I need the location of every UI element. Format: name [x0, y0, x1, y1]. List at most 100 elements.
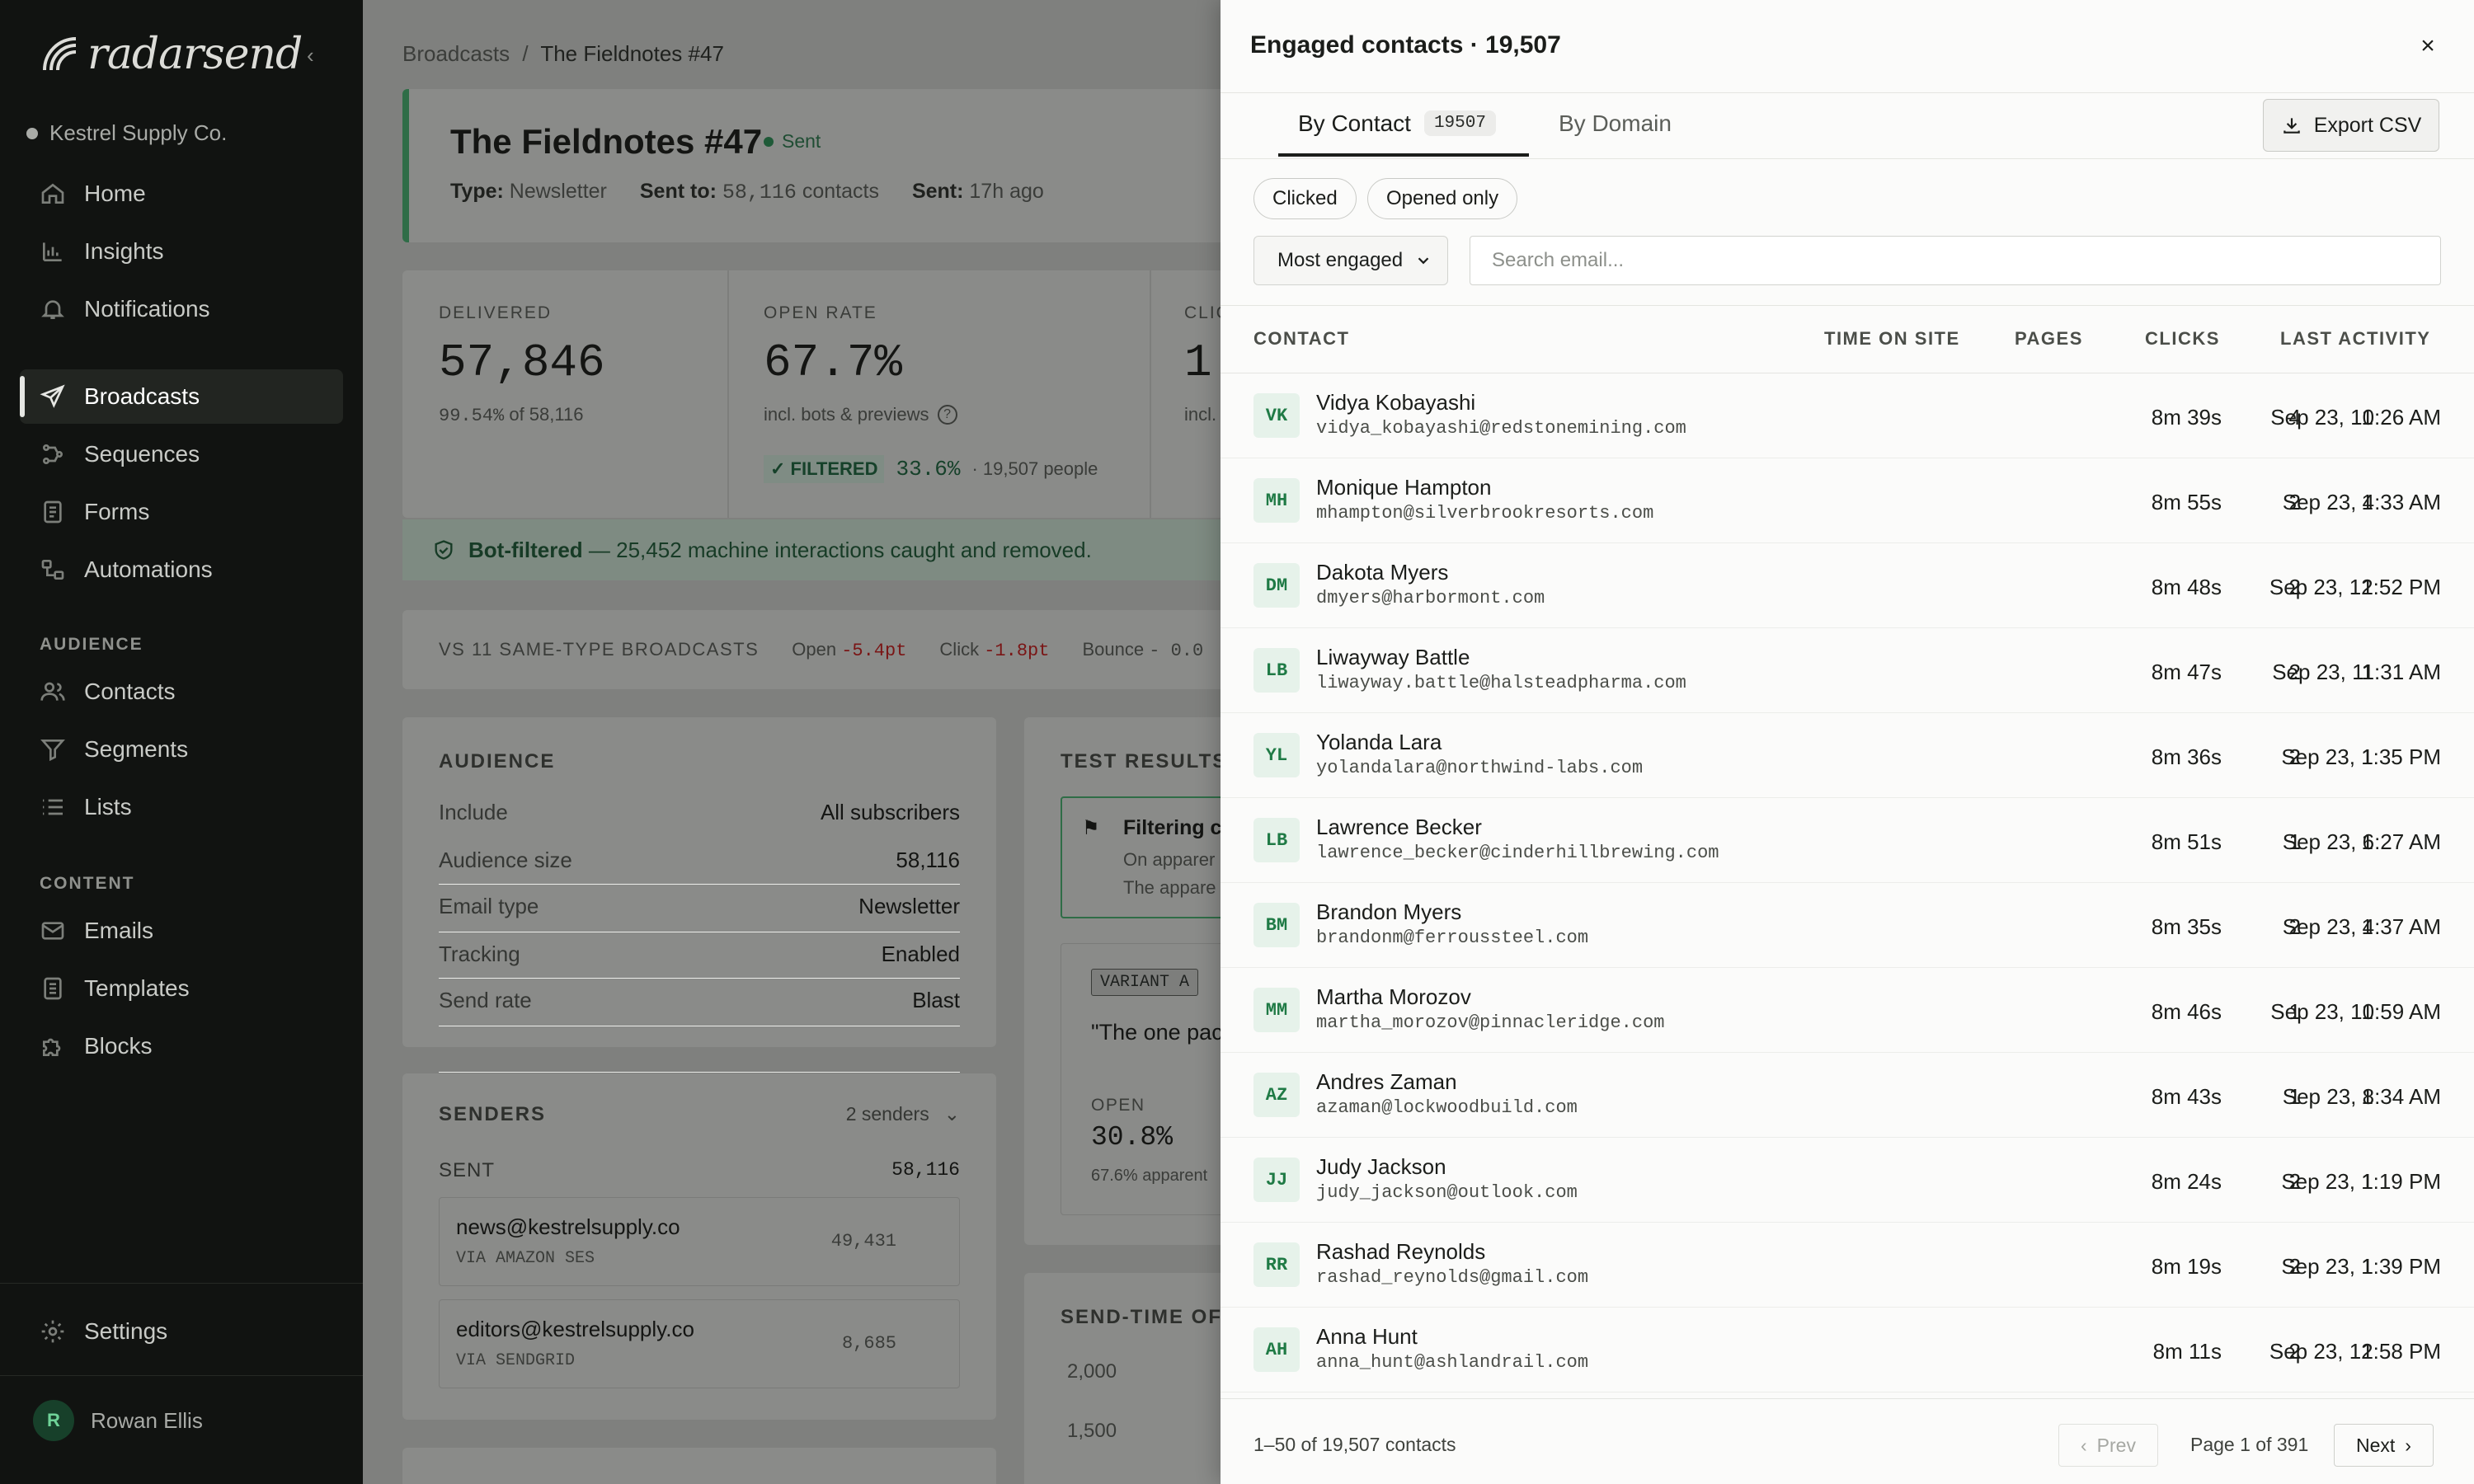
broadcast-meta: Type: Newsletter Sent to: 58,116 contact… [450, 180, 1044, 204]
close-icon[interactable]: × [2411, 30, 2444, 63]
next-card [402, 1448, 996, 1484]
last-activity: Sep 23, 12:52 PM [2269, 575, 2441, 599]
user-name: Rowan Ellis [91, 1407, 203, 1433]
sidebar-divider [0, 1283, 363, 1284]
col-last-activity[interactable]: LAST ACTIVITY [2280, 328, 2430, 350]
table-row[interactable]: LB Lawrence Becker lawrence_becker@cinderh… [1221, 798, 2474, 883]
col-pages[interactable]: PAGES [2015, 328, 2083, 350]
contact-email: martha_morozov@pinnacleridge.com [1316, 1012, 1665, 1033]
variant-badge: VARIANT A [1091, 969, 1199, 996]
sent-to-unit: contacts [802, 180, 879, 203]
senders-card: SENDERS 2 senders ⌄ SENT 58,116 news@kest… [402, 1073, 996, 1420]
type-label: Type: [450, 180, 504, 203]
nav-label: Contacts [84, 679, 176, 704]
collapse-sidebar-icon[interactable]: ‹ [307, 43, 314, 68]
nav-segments[interactable]: Segments [20, 722, 343, 777]
time-on-site: 8m 19s [2151, 1254, 2222, 1279]
open-rate-value: 67.7% [764, 336, 903, 389]
time-on-site: 8m 46s [2151, 999, 2222, 1024]
nav-insights[interactable]: Insights [20, 224, 343, 279]
senders-toggle[interactable]: 2 senders ⌄ [846, 1103, 960, 1125]
contact-email: judy_jackson@outlook.com [1316, 1182, 1578, 1203]
breadcrumb-separator: / [522, 41, 529, 66]
table-row[interactable]: VK Vidya Kobayashi vidya_kobayashi@redston… [1221, 373, 2474, 458]
section-audience: AUDIENCE [40, 635, 143, 654]
col-clicks[interactable]: CLICKS [2145, 328, 2220, 350]
main-content: Broadcasts / The Fieldnotes #47 The Fiel… [363, 0, 1221, 1484]
contact-email: brandonm@ferroussteel.com [1316, 928, 1589, 948]
table-row[interactable]: DM Dakota Myers dmyers@harbormont.com 8m 48… [1221, 543, 2474, 628]
contact-email: lawrence_becker@cinderhillbrewing.com [1316, 843, 1719, 863]
sender-count: 49,431 [830, 1231, 896, 1252]
nav-broadcasts[interactable]: Broadcasts [20, 369, 343, 424]
last-activity: Sep 23, 1:35 PM [2281, 744, 2441, 769]
nav-emails[interactable]: Emails [20, 904, 343, 958]
nav-notifications[interactable]: Notifications [20, 282, 343, 336]
sort-select[interactable]: Most engaged [1253, 236, 1448, 285]
sent-value: 17h ago [969, 180, 1044, 203]
prev-button[interactable]: ‹ Prev [2058, 1424, 2158, 1467]
table-row[interactable]: RR Rashad Reynolds rashad_reynolds@gmail.c… [1221, 1223, 2474, 1308]
y-tick-label: 1,500 [1067, 1420, 1117, 1442]
divider [1221, 305, 2474, 306]
nav-templates[interactable]: Templates [20, 961, 343, 1016]
vs-click-value: -1.8pt [984, 640, 1050, 661]
help-icon[interactable]: ? [937, 405, 957, 425]
filter-opened-only[interactable]: Opened only [1367, 178, 1518, 219]
nav-home[interactable]: Home [20, 167, 343, 221]
avatar: JJ [1253, 1158, 1300, 1202]
gear-icon [41, 1320, 64, 1343]
table-row[interactable]: LB Liwayway Battle liwayway.battle@halstea… [1221, 628, 2474, 713]
variant-quote: "The one pac [1091, 1020, 1221, 1045]
puzzle-icon [43, 1038, 61, 1056]
avatar: LB [1253, 818, 1300, 862]
contact-email: yolandalara@northwind-labs.com [1316, 758, 1644, 778]
nav-automations[interactable]: Automations [20, 542, 343, 597]
col-contact[interactable]: CONTACT [1253, 328, 1349, 350]
next-button[interactable]: Next › [2334, 1424, 2434, 1467]
table-row[interactable]: MH Monique Hampton mhampton@silverbrookres… [1221, 458, 2474, 543]
table-row[interactable]: JJ Judy Jackson judy_jackson@outlook.com 8m… [1221, 1138, 2474, 1223]
nav-sequences[interactable]: Sequences [20, 427, 343, 481]
export-csv-button[interactable]: Export CSV [2263, 99, 2439, 152]
sender-row[interactable]: news@kestrelsupply.co VIA AMAZON SES 49,… [439, 1197, 960, 1286]
brand-name: radarsend [87, 30, 303, 79]
table-row[interactable]: YL Yolanda Lara yolandalara@northwind-labs… [1221, 713, 2474, 798]
filtered-people: · 19,507 people [971, 458, 1098, 479]
time-on-site: 8m 51s [2151, 829, 2222, 854]
table-row[interactable]: MM Martha Morozov martha_morozov@pinnacler… [1221, 968, 2474, 1053]
breadcrumb-root[interactable]: Broadcasts [402, 41, 510, 66]
tab-by-domain[interactable]: By Domain [1559, 110, 1672, 157]
sender-row[interactable]: editors@kestrelsupply.co VIA SENDGRID 8,… [439, 1299, 960, 1388]
section-content: CONTENT [40, 874, 135, 893]
contact-email: dmyers@harbormont.com [1316, 588, 1545, 608]
nav-lists[interactable]: Lists [20, 780, 343, 834]
org-switcher[interactable]: Kestrel Supply Co. [26, 120, 227, 146]
user-menu[interactable]: R Rowan Ellis [33, 1400, 203, 1441]
table-row[interactable]: AH Anna Hunt anna_hunt@ashlandrail.com 8m 1… [1221, 1308, 2474, 1392]
nav-contacts[interactable]: Contacts [20, 665, 343, 719]
search-email-input[interactable] [1470, 236, 2441, 285]
table-row[interactable]: BM Brandon Myers brandonm@ferroussteel.com… [1221, 883, 2474, 968]
divider [1221, 158, 2474, 159]
brand-logo[interactable]: radarsend [38, 30, 303, 79]
nav-forms[interactable]: Forms [20, 485, 343, 539]
senders-title: SENDERS [439, 1103, 547, 1125]
nav-blocks[interactable]: Blocks [20, 1019, 343, 1073]
nav-label: Automations [84, 556, 213, 582]
nav-settings[interactable]: Settings [20, 1304, 343, 1359]
filter-note-title: Filtering ch [1123, 816, 1221, 839]
home-icon [41, 183, 64, 204]
col-time-on-site[interactable]: TIME ON SITE [1824, 328, 1960, 350]
bot-text: — 25,452 machine interactions caught and… [588, 537, 1092, 562]
next-label: Next [2356, 1434, 2396, 1456]
filter-note-line: On apparer [1123, 849, 1216, 870]
form-icon [44, 500, 62, 524]
contact-name: Rashad Reynolds [1316, 1239, 1486, 1264]
filter-clicked[interactable]: Clicked [1253, 178, 1357, 219]
table-row[interactable]: AZ Andres Zaman azaman@lockwoodbuild.com 8m… [1221, 1053, 2474, 1138]
avatar: AZ [1253, 1073, 1300, 1117]
avatar: MM [1253, 988, 1300, 1032]
tab-by-contact[interactable]: By Contact 19507 [1278, 110, 1529, 157]
nav-label: Blocks [84, 1033, 153, 1059]
